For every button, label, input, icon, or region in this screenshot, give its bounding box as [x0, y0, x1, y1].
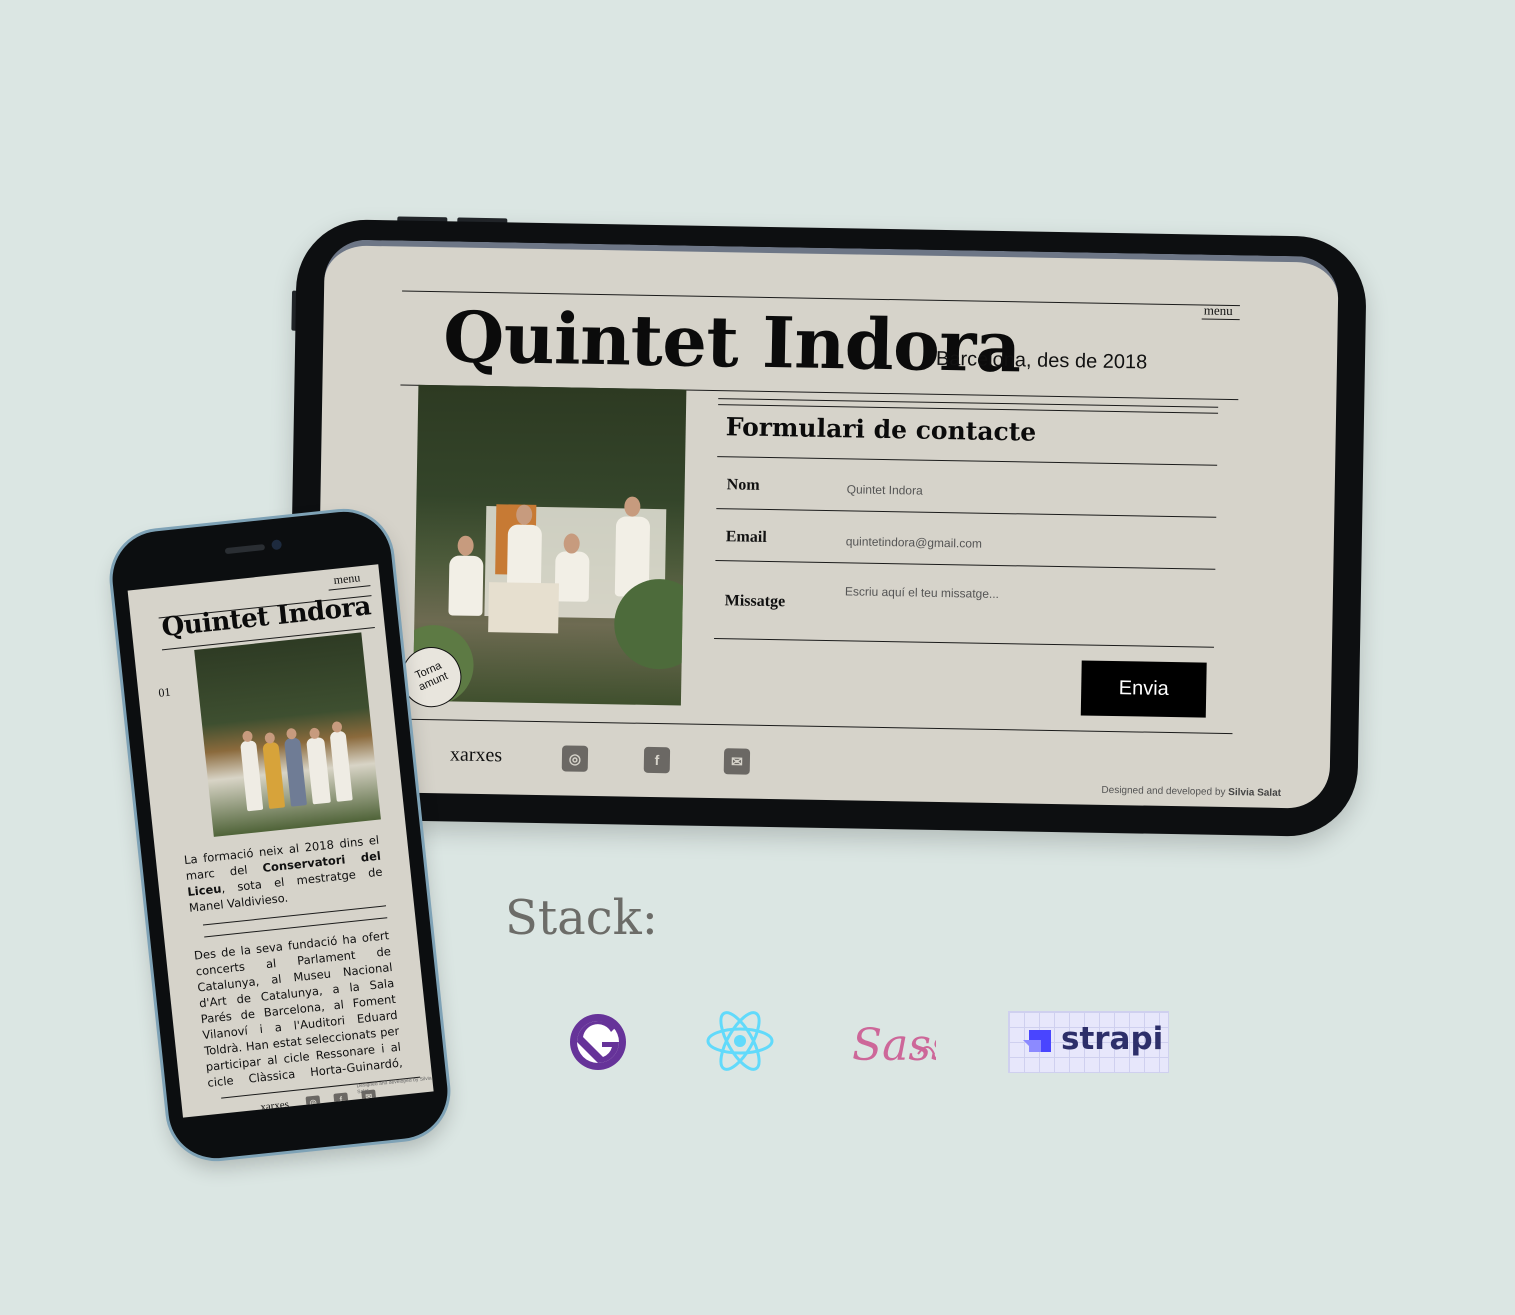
- site-subtitle: Barcelona, des de 2018: [935, 347, 1148, 374]
- submit-button[interactable]: Envia: [1080, 660, 1207, 718]
- section-number: 01: [157, 684, 172, 700]
- tablet-screen: menu Quintet Indora Barcelona, des de 20…: [315, 239, 1339, 809]
- name-label: Nom: [726, 476, 760, 494]
- strapi-icon: [1023, 1030, 1051, 1052]
- credit-name: Silvia Salat: [1228, 787, 1282, 799]
- strapi-wordmark: strapi: [1061, 1021, 1164, 1057]
- message-field[interactable]: Escriu aquí el teu missatge...: [845, 584, 999, 601]
- strapi-logo: strapi: [1008, 1011, 1169, 1073]
- gatsby-logo: [570, 1014, 626, 1070]
- credit-prefix: Designed and developed by: [1101, 784, 1226, 798]
- email-label: Email: [725, 528, 767, 546]
- instagram-icon[interactable]: ◎: [561, 745, 589, 772]
- message-label: Missatge: [724, 592, 786, 611]
- name-field[interactable]: Quintet Indora: [847, 482, 923, 497]
- sass-logo: Sass: [852, 1020, 936, 1071]
- tablet-mockup: menu Quintet Indora Barcelona, des de 20…: [286, 216, 1368, 838]
- form-title: Formulari de contacte: [725, 412, 1037, 447]
- sass-wordmark: Sass: [852, 1020, 936, 1071]
- networks-label: xarxes: [449, 743, 503, 767]
- mail-icon[interactable]: ✉: [723, 748, 751, 775]
- site-title: Quintet Indora: [442, 295, 1022, 389]
- menu-link[interactable]: menu: [333, 570, 361, 588]
- facebook-icon[interactable]: f: [643, 746, 671, 774]
- intro-paragraph: La formació neix al 2018 dins el marc de…: [183, 832, 385, 916]
- credit-line: Designed and developed by Silvia Salat: [1101, 785, 1281, 799]
- react-logo: [706, 1011, 774, 1071]
- history-paragraph: Des de la seva fundació ha ofert concert…: [193, 928, 404, 1089]
- email-field[interactable]: quintetindora@gmail.com: [846, 534, 982, 550]
- menu-link[interactable]: menu: [1204, 303, 1233, 320]
- band-photo: [194, 632, 381, 837]
- credit-line: Designed and developed by Silvia Salat: [356, 1075, 432, 1096]
- stack-label: Stack:: [505, 890, 658, 946]
